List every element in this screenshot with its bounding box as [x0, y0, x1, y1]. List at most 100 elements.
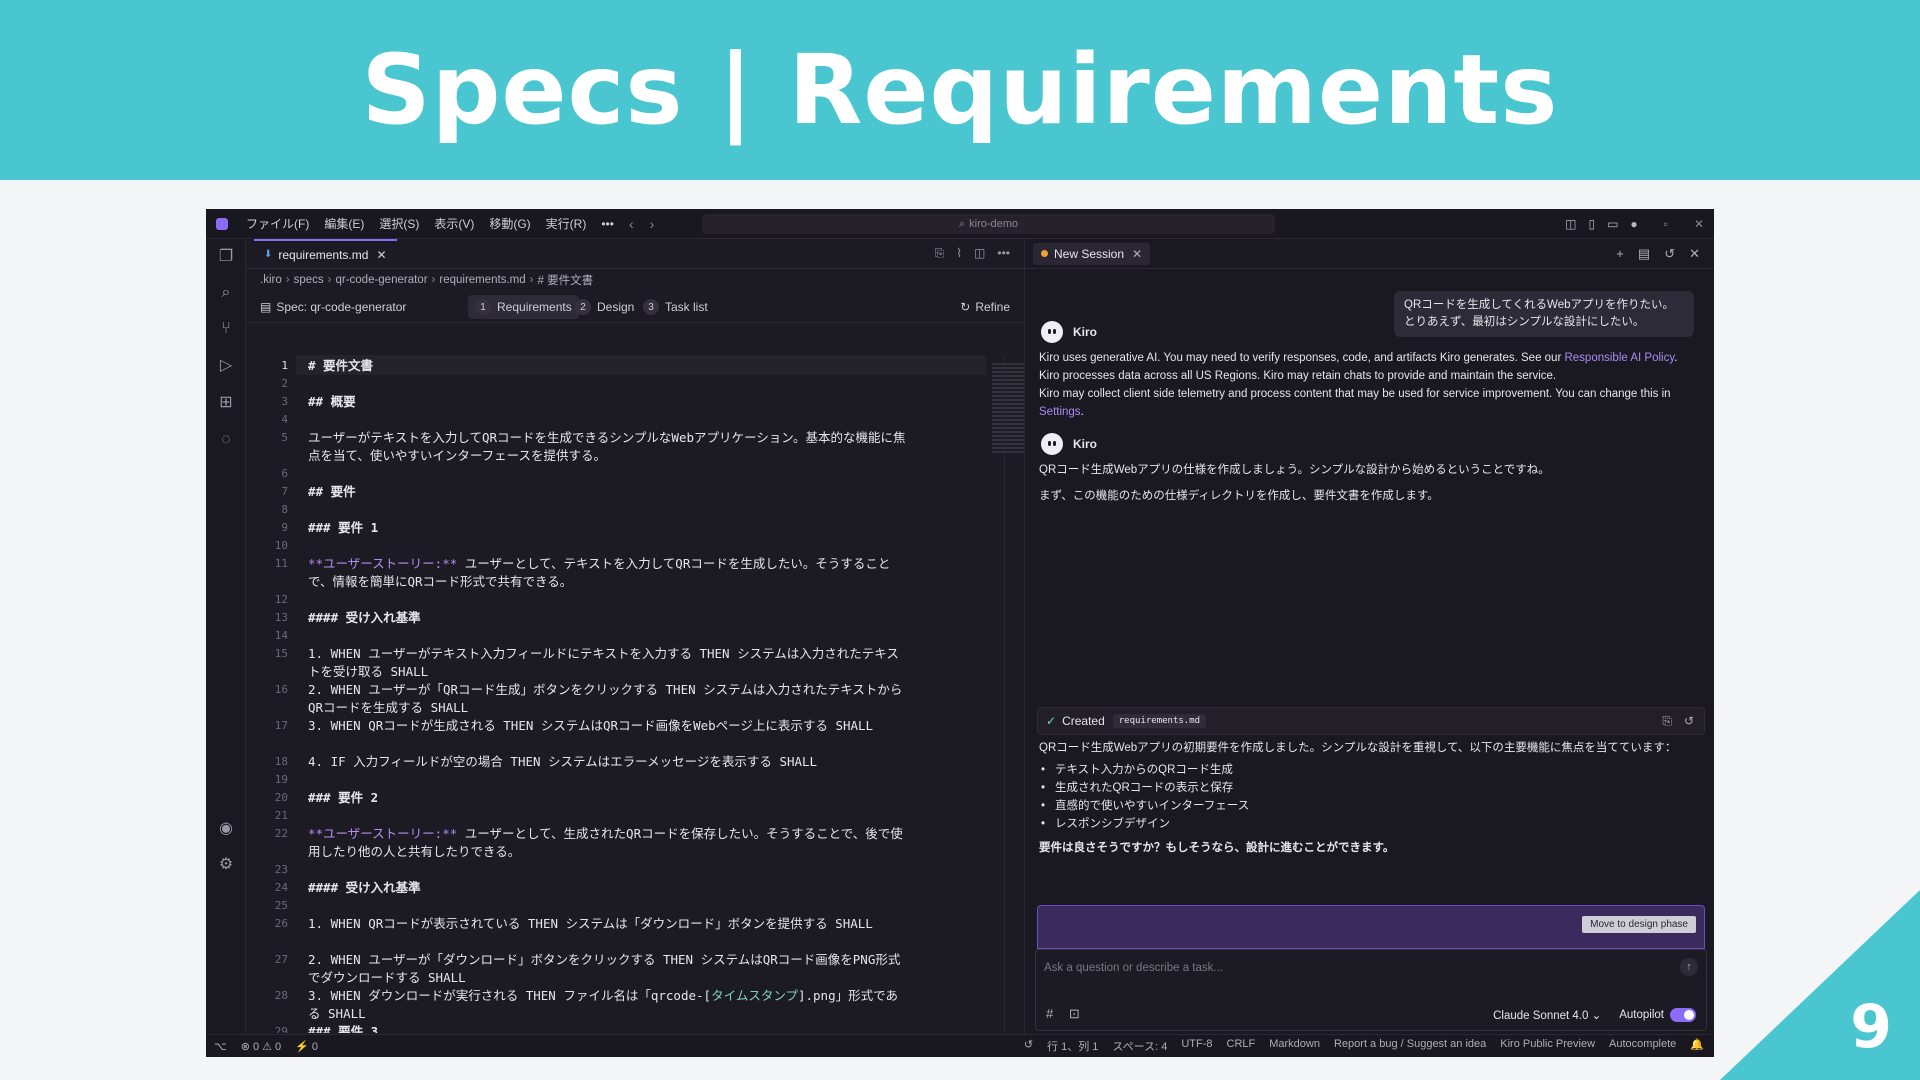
breadcrumb-qr-code-generator[interactable]: qr-code-generator [335, 274, 427, 286]
breadcrumb-heading[interactable]: # 要件文書 [538, 272, 594, 288]
card-actions: ⎘ ↺ [1650, 714, 1694, 729]
autocomplete-status[interactable]: Autocomplete [1609, 1038, 1676, 1054]
breadcrumb-specs[interactable]: specs [294, 274, 324, 286]
extensions-icon[interactable]: ⊞ [216, 393, 236, 413]
new-session-icon[interactable]: + [1616, 246, 1624, 262]
breadcrumb-file[interactable]: requirements.md [439, 274, 525, 286]
created-file-chip[interactable]: requirements.md [1112, 714, 1207, 728]
restore-icon[interactable]: ▫ [1664, 217, 1668, 231]
code-line-h2-requirements: ## 要件 [308, 484, 356, 499]
layout-icon[interactable]: ◫ [1565, 217, 1576, 231]
menu-edit[interactable]: 編集(E) [324, 215, 364, 232]
more-actions-icon[interactable]: ••• [997, 246, 1010, 261]
history-icon[interactable]: ↺ [1664, 246, 1675, 262]
editor-tabs: ⬇ requirements.md ✕ ⎘ ⌇ ◫ ••• [246, 239, 1024, 269]
disclaimer-2: Kiro may collect client side telemetry a… [1039, 388, 1671, 418]
kiro-ghost-icon[interactable]: ◌ [216, 430, 236, 450]
line-endings[interactable]: CRLF [1227, 1038, 1256, 1054]
language-mode[interactable]: Markdown [1269, 1038, 1320, 1054]
menu-file[interactable]: ファイル(F) [246, 215, 309, 232]
history-status-icon[interactable]: ↺ [1024, 1038, 1033, 1054]
titlebar: ファイル(F) 編集(E) 選択(S) 表示(V) 移動(G) 実行(R) ••… [206, 209, 1714, 239]
report-bug[interactable]: Report a bug / Suggest an idea [1334, 1038, 1486, 1054]
chat-input[interactable] [1044, 958, 1604, 978]
code-line-user-story-2: **ユーザーストーリー:** ユーザーとして、生成されたQRコードを保存したい。… [308, 826, 903, 859]
session-tab[interactable]: New Session ✕ [1033, 242, 1151, 265]
list-item: レスポンシブデザイン [1039, 815, 1249, 833]
revert-icon[interactable]: ↺ [1684, 714, 1694, 728]
line-number: 10 [274, 539, 288, 552]
search-activity-icon[interactable]: ⌕ [216, 283, 236, 303]
phase-requirements[interactable]: 1 Requirements [468, 295, 579, 319]
ports-indicator[interactable]: ⚡ 0 [295, 1040, 318, 1053]
line-number: 23 [274, 863, 288, 876]
created-file-card[interactable]: ✓ Created requirements.md ⎘ ↺ [1037, 707, 1705, 735]
code-line-h3-req2: ### 要件 2 [308, 790, 379, 805]
command-center-search[interactable]: ⌕ kiro-demo [702, 214, 1275, 234]
cursor-position[interactable]: 行 1、列 1 [1047, 1038, 1098, 1054]
responsible-ai-link[interactable]: Responsible AI Policy [1564, 352, 1674, 364]
close-chat-icon[interactable]: ✕ [1689, 246, 1700, 262]
kiro-avatar-icon [1041, 321, 1063, 343]
line-number: 9 [281, 521, 288, 534]
menu-run[interactable]: 実行(R) [546, 215, 587, 232]
line-number: 20 [274, 791, 288, 804]
refine-button[interactable]: ↻ Refine [960, 300, 1010, 314]
code-editor[interactable]: 1 2 3 4 5 6 7 8 9 10 11 12 13 14 15 16 1… [246, 355, 986, 1033]
close-tab-icon[interactable]: ✕ [376, 248, 386, 262]
disclaimer-1: Kiro uses generative AI. You may need to… [1039, 352, 1678, 382]
tab-requirements-md[interactable]: ⬇ requirements.md ✕ [254, 239, 397, 268]
menu-view[interactable]: 表示(V) [434, 215, 474, 232]
line-number: 4 [281, 413, 288, 426]
model-selector[interactable]: Claude Sonnet 4.0 ⌄ [1493, 1008, 1601, 1022]
close-window-icon[interactable]: ✕ [1694, 217, 1704, 231]
settings-link[interactable]: Settings [1039, 406, 1081, 418]
line-number: 27 [274, 953, 288, 966]
editor-area: ⬇ requirements.md ✕ ⎘ ⌇ ◫ ••• .kiro › spe… [246, 239, 1046, 1034]
hash-context-icon[interactable]: # [1046, 1006, 1053, 1021]
remote-icon[interactable]: ⌥ [214, 1040, 227, 1053]
notifications-bell-icon[interactable]: 🔔 [1690, 1038, 1704, 1054]
public-preview[interactable]: Kiro Public Preview [1500, 1038, 1595, 1054]
menu-go[interactable]: 移動(G) [489, 215, 530, 232]
command-center-text: kiro-demo [969, 218, 1019, 230]
back-arrow-icon[interactable]: ‹ [629, 216, 634, 232]
page-number: 9 [1850, 992, 1892, 1062]
indentation[interactable]: スペース: 4 [1112, 1038, 1167, 1054]
send-icon[interactable]: ↑ [1680, 958, 1698, 976]
image-attach-icon[interactable]: ⊡ [1069, 1006, 1080, 1021]
menu-more[interactable]: ••• [601, 217, 614, 231]
breadcrumb-kiro[interactable]: .kiro [260, 274, 282, 286]
encoding[interactable]: UTF-8 [1181, 1038, 1212, 1054]
open-file-icon[interactable]: ⎘ [1662, 714, 1672, 728]
toggle-sidebar-icon[interactable]: ▯ [1588, 217, 1595, 231]
source-control-icon[interactable]: ⑂ [216, 319, 236, 339]
chat-icon[interactable]: ● [1630, 217, 1637, 231]
agent-question: 要件は良さそうですか？もしそうなら、設計に進むことができます。 [1039, 842, 1395, 854]
list-item: 直感的で使いやすいインターフェース [1039, 797, 1249, 815]
session-history-icon[interactable]: ▤ [1638, 246, 1650, 262]
move-to-design-button[interactable]: Move to design phase [1582, 916, 1696, 933]
line-number: 24 [274, 881, 288, 894]
slide-title: Specs | Requirements [361, 34, 1559, 146]
autopilot-toggle[interactable] [1670, 1008, 1696, 1022]
account-icon[interactable]: ◉ [216, 819, 236, 839]
problems-indicator[interactable]: ⊗ 0 ⚠ 0 [241, 1040, 281, 1053]
close-session-icon[interactable]: ✕ [1132, 247, 1142, 261]
status-bar: ⌥ ⊗ 0 ⚠ 0 ⚡ 0 ↺ 行 1、列 1 スペース: 4 UTF-8 CR… [206, 1034, 1714, 1057]
line-number: 5 [281, 431, 288, 444]
toggle-panel-icon[interactable]: ▭ [1607, 217, 1618, 231]
phase-design[interactable]: 2 Design [568, 295, 641, 319]
agent-name: Kiro [1073, 325, 1097, 339]
menu-selection[interactable]: 選択(S) [379, 215, 419, 232]
explorer-icon[interactable]: ❐ [216, 247, 236, 267]
timeline-icon[interactable]: ⌇ [956, 246, 962, 261]
editor-scrollbar[interactable] [1004, 355, 1024, 1033]
split-editor-icon[interactable]: ◫ [974, 246, 985, 261]
settings-gear-icon[interactable]: ⚙ [216, 855, 236, 875]
title-actions: ◫ ▯ ▭ ● ▫ ✕ [1553, 209, 1704, 239]
open-preview-icon[interactable]: ⎘ [935, 246, 945, 261]
phase-task-list[interactable]: 3 Task list [636, 295, 715, 319]
run-debug-icon[interactable]: ▷ [216, 356, 236, 376]
forward-arrow-icon[interactable]: › [650, 216, 655, 232]
